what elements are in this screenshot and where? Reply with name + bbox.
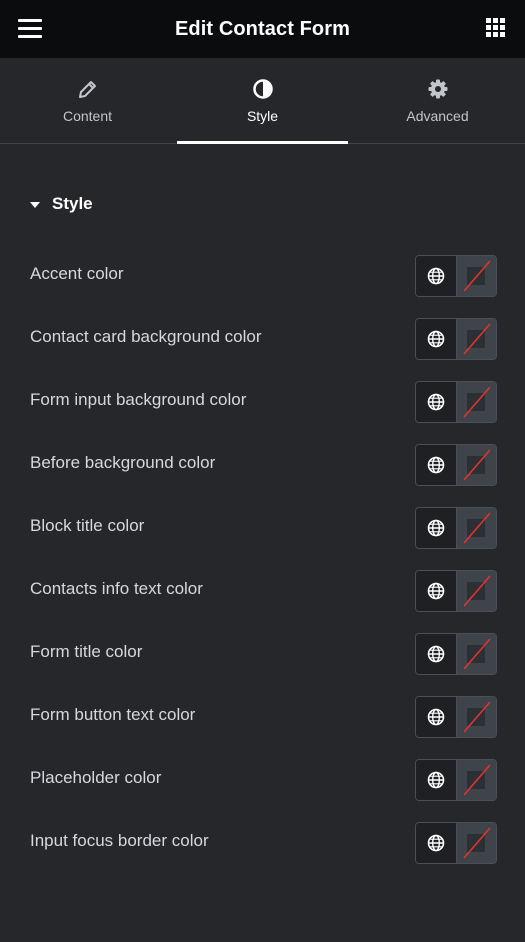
global-colors-button[interactable] (416, 508, 457, 548)
globe-icon (427, 267, 445, 285)
color-control-label: Input focus border color (30, 831, 209, 850)
color-swatch[interactable] (457, 697, 496, 737)
half-circle-icon (252, 79, 273, 99)
color-picker-control (415, 444, 497, 486)
color-picker-control (415, 633, 497, 675)
color-control-label: Placeholder color (30, 768, 162, 787)
globe-icon (427, 582, 445, 600)
color-picker-control (415, 822, 497, 864)
color-picker-control (415, 318, 497, 360)
color-swatch[interactable] (457, 508, 496, 548)
color-control-label: Before background color (30, 453, 216, 472)
color-controls-list: Accent color Contact card background colo… (0, 244, 525, 874)
color-picker-control (415, 759, 497, 801)
color-swatch[interactable] (457, 382, 496, 422)
color-swatch[interactable] (457, 319, 496, 359)
global-colors-button[interactable] (416, 634, 457, 674)
color-swatch[interactable] (457, 760, 496, 800)
color-control-row: Before background color (0, 433, 525, 496)
no-color-icon (463, 323, 491, 355)
tab-advanced-label: Advanced (406, 108, 469, 124)
panel-title: Edit Contact Form (174, 17, 351, 40)
no-color-icon (463, 827, 491, 859)
color-control-label: Contact card background color (30, 327, 262, 346)
global-colors-button[interactable] (416, 445, 457, 485)
color-swatch[interactable] (457, 571, 496, 611)
grid-icon[interactable] (486, 18, 506, 38)
color-control-row: Form input background color (0, 370, 525, 433)
tab-style-label: Style (246, 108, 279, 124)
tab-style[interactable]: Style (175, 58, 350, 144)
globe-icon (427, 708, 445, 726)
globe-icon (427, 456, 445, 474)
no-color-icon (463, 701, 491, 733)
no-color-icon (463, 764, 491, 796)
gear-icon (428, 79, 447, 99)
no-color-icon (463, 386, 491, 418)
hamburger-icon[interactable] (18, 19, 42, 39)
tab-content[interactable]: Content (0, 58, 175, 143)
color-control-row: Form button text color (0, 685, 525, 748)
color-control-row: Placeholder color (0, 748, 525, 811)
color-picker-control (415, 381, 497, 423)
color-control-row: Form title color (0, 622, 525, 685)
color-control-label: Contacts info text color (30, 579, 203, 598)
no-color-icon (463, 449, 491, 481)
caret-down-icon (30, 201, 40, 208)
globe-icon (427, 519, 445, 537)
color-swatch[interactable] (457, 445, 496, 485)
color-control-row: Contacts info text color (0, 559, 525, 622)
no-color-icon (463, 260, 491, 292)
color-control-label: Form input background color (30, 390, 247, 409)
tab-content-label: Content (62, 108, 113, 124)
color-control-row: Block title color (0, 496, 525, 559)
global-colors-button[interactable] (416, 319, 457, 359)
color-picker-control (415, 570, 497, 612)
no-color-icon (463, 575, 491, 607)
global-colors-button[interactable] (416, 697, 457, 737)
global-colors-button[interactable] (416, 256, 457, 296)
color-control-row: Input focus border color (0, 811, 525, 874)
globe-icon (427, 393, 445, 411)
pencil-icon (78, 81, 96, 98)
global-colors-button[interactable] (416, 760, 457, 800)
no-color-icon (463, 638, 491, 670)
color-picker-control (415, 507, 497, 549)
color-control-row: Accent color (0, 244, 525, 307)
color-control-label: Accent color (30, 264, 124, 283)
section-title-label: Style (52, 194, 93, 213)
color-picker-control (415, 255, 497, 297)
globe-icon (427, 771, 445, 789)
globe-icon (427, 645, 445, 663)
tab-advanced[interactable]: Advanced (350, 58, 525, 143)
color-picker-control (415, 696, 497, 738)
color-swatch[interactable] (457, 823, 496, 863)
globe-icon (427, 834, 445, 852)
panel-tabs: Content Style Advanced (0, 58, 525, 144)
global-colors-button[interactable] (416, 571, 457, 611)
globe-icon (427, 330, 445, 348)
color-control-label: Form title color (30, 642, 143, 661)
panel-header: Edit Contact Form (0, 0, 525, 58)
global-colors-button[interactable] (416, 382, 457, 422)
no-color-icon (463, 512, 491, 544)
global-colors-button[interactable] (416, 823, 457, 863)
color-control-label: Block title color (30, 516, 145, 535)
color-control-row: Contact card background color (0, 307, 525, 370)
color-swatch[interactable] (457, 634, 496, 674)
color-control-label: Form button text color (30, 705, 196, 724)
style-section-toggle[interactable]: Style (30, 194, 93, 214)
color-swatch[interactable] (457, 256, 496, 296)
